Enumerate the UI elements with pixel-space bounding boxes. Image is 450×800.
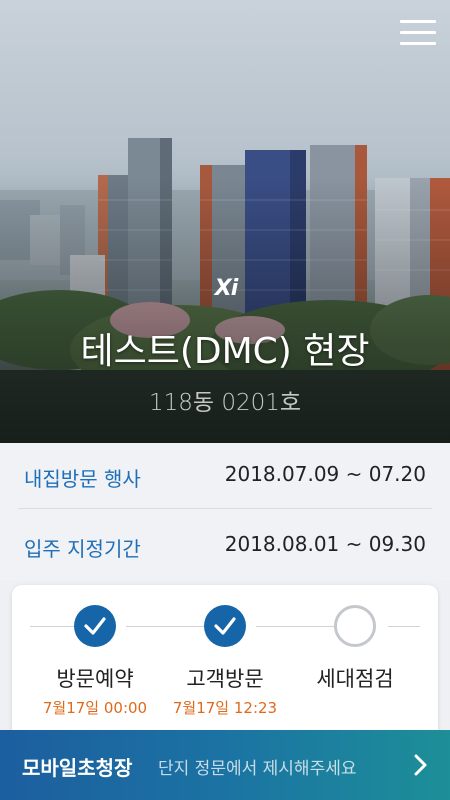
chevron-right-icon bbox=[414, 754, 427, 776]
step-time: 7월17일 00:00 bbox=[42, 699, 148, 717]
check-icon bbox=[74, 605, 116, 647]
visit-event-row: 내집방문 행사 2018.07.09 ~ 07.20 bbox=[18, 443, 432, 509]
mobile-invitation-button[interactable]: 모바일초청장 단지 정문에서 제시해주세요 bbox=[0, 730, 450, 800]
move-in-period-label: 입주 지정기간 bbox=[24, 537, 141, 561]
brand-logo: Xi bbox=[214, 276, 239, 301]
site-title: 테스트(DMC) 현장 bbox=[80, 331, 370, 372]
check-icon bbox=[204, 605, 246, 647]
mobile-invitation-subtitle: 단지 정문에서 제시해주세요 bbox=[158, 759, 357, 779]
step-time: 7월17일 12:23 bbox=[172, 699, 278, 717]
visit-event-period: 2018.07.09 ~ 07.20 bbox=[224, 462, 426, 486]
progress-track-right bbox=[388, 626, 420, 627]
move-in-period-value: 2018.08.01 ~ 09.30 bbox=[224, 532, 426, 556]
step-label: 세대점검 bbox=[316, 667, 394, 691]
empty-circle-icon bbox=[334, 605, 376, 647]
move-in-period-row: 입주 지정기간 2018.08.01 ~ 09.30 bbox=[18, 513, 432, 579]
step-label: 방문예약 bbox=[56, 667, 134, 691]
hamburger-menu-icon[interactable] bbox=[400, 20, 436, 52]
hero-overlay bbox=[0, 0, 450, 443]
mobile-invitation-title: 모바일초청장 bbox=[22, 756, 133, 780]
step-label: 고객방문 bbox=[186, 667, 264, 691]
unit-number: 118동 0201호 bbox=[148, 390, 302, 416]
hero-banner: Xi 테스트(DMC) 현장 118동 0201호 bbox=[0, 0, 450, 443]
progress-track-1 bbox=[126, 626, 214, 627]
schedule-info: 내집방문 행사 2018.07.09 ~ 07.20 입주 지정기간 2018.… bbox=[0, 443, 450, 580]
progress-card: 방문예약 7월17일 00:00 고객방문 7월17일 12:23 세대점검 bbox=[12, 585, 438, 745]
visit-event-label: 내집방문 행사 bbox=[24, 467, 141, 491]
progress-track-2 bbox=[256, 626, 344, 627]
